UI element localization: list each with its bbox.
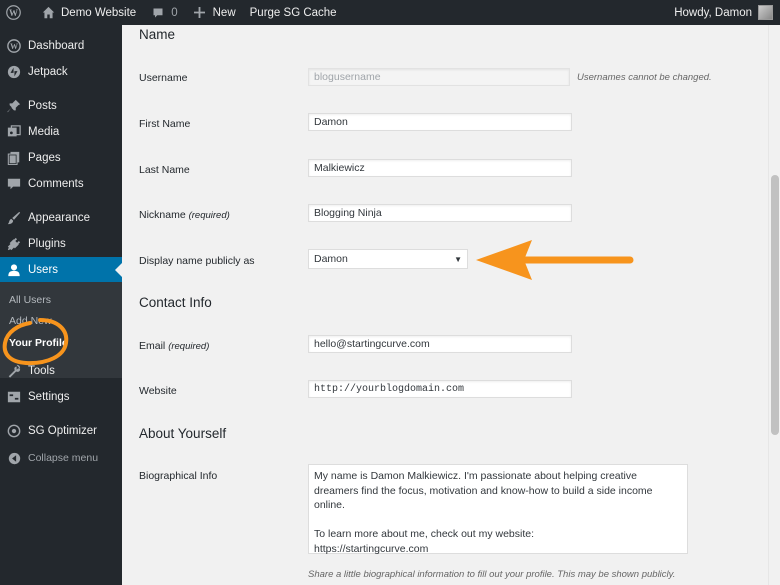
name-section-heading: Name bbox=[139, 27, 176, 42]
plug-icon bbox=[7, 237, 21, 251]
avatar bbox=[758, 5, 773, 20]
menu-jetpack-label: Jetpack bbox=[28, 66, 68, 78]
profile-form: Name Username blogusername Usernames can… bbox=[122, 25, 770, 585]
bio-line: dreamers find the focus, motivation and … bbox=[314, 484, 653, 497]
display-name-label: Display name publicly as bbox=[139, 255, 255, 267]
jetpack-icon bbox=[7, 65, 21, 79]
bio-line: My name is Damon Malkiewicz. I'm passion… bbox=[314, 470, 637, 482]
bio-textarea[interactable]: My name is Damon Malkiewicz. I'm passion… bbox=[308, 464, 688, 555]
comment-bubble-icon bbox=[150, 5, 166, 21]
menu-media-label: Media bbox=[28, 126, 60, 138]
menu-plugins-label: Plugins bbox=[28, 238, 66, 250]
user-greeting: Howdy, Damon bbox=[674, 6, 752, 19]
menu-settings[interactable]: Settings bbox=[0, 384, 122, 410]
about-section-heading: About Yourself bbox=[139, 426, 227, 441]
menu-users[interactable]: Users bbox=[0, 257, 122, 283]
menu-dashboard[interactable]: W Dashboard bbox=[0, 33, 122, 59]
menu-settings-label: Settings bbox=[28, 391, 70, 403]
plus-icon bbox=[192, 5, 208, 21]
home-icon bbox=[40, 5, 56, 21]
comment-icon bbox=[7, 177, 21, 191]
annotation-circle-icon bbox=[2, 318, 69, 366]
page-scrollbar[interactable] bbox=[768, 25, 780, 585]
nickname-label-text: Nickname bbox=[139, 209, 186, 221]
annotation-arrow-icon bbox=[476, 240, 634, 280]
nickname-input[interactable]: Blogging Ninja bbox=[308, 204, 572, 222]
menu-appearance[interactable]: Appearance bbox=[0, 205, 122, 231]
bio-blank-line bbox=[314, 513, 682, 528]
email-label: Email (required) bbox=[139, 340, 209, 352]
bio-line: online. bbox=[314, 499, 345, 511]
nickname-label: Nickname (required) bbox=[139, 209, 230, 221]
display-name-selected: Damon bbox=[314, 253, 348, 265]
username-input: blogusername bbox=[308, 68, 570, 86]
admin-sidebar: W Dashboard Jetpack Posts Media Pages Co… bbox=[0, 25, 122, 585]
comments-link[interactable]: 0 bbox=[143, 0, 184, 25]
website-input[interactable]: http://yourblogdomain.com bbox=[308, 380, 572, 398]
pin-icon bbox=[7, 99, 21, 113]
svg-text:W: W bbox=[9, 8, 18, 18]
new-label: New bbox=[212, 6, 236, 19]
email-label-text: Email bbox=[139, 340, 166, 352]
scrollbar-thumb[interactable] bbox=[771, 175, 779, 435]
contact-section-heading: Contact Info bbox=[139, 295, 212, 310]
menu-media[interactable]: Media bbox=[0, 119, 122, 145]
menu-pages[interactable]: Pages bbox=[0, 145, 122, 171]
settings-icon bbox=[7, 390, 21, 404]
bio-label: Biographical Info bbox=[139, 470, 218, 482]
admin-bar: W Demo Website 0 New Purge SG Cache Howd… bbox=[0, 0, 780, 25]
new-content-link[interactable]: New bbox=[185, 0, 243, 25]
purge-cache-link[interactable]: Purge SG Cache bbox=[243, 0, 344, 25]
menu-comments[interactable]: Comments bbox=[0, 171, 122, 197]
site-name: Demo Website bbox=[61, 6, 137, 19]
user-account-menu[interactable]: Howdy, Damon bbox=[674, 5, 780, 20]
menu-jetpack[interactable]: Jetpack bbox=[0, 59, 122, 85]
menu-posts-label: Posts bbox=[28, 100, 57, 112]
first-name-label: First Name bbox=[139, 118, 191, 130]
last-name-label: Last Name bbox=[139, 164, 190, 176]
menu-appearance-label: Appearance bbox=[28, 212, 91, 224]
username-label: Username bbox=[139, 72, 188, 84]
bio-note: Share a little biographical information … bbox=[308, 569, 676, 580]
dropdown-arrow-icon: ▼ bbox=[454, 254, 462, 264]
bio-line: https://startingcurve.com bbox=[314, 542, 429, 555]
email-required: (required) bbox=[168, 341, 210, 352]
wordpress-icon: W bbox=[5, 5, 21, 21]
purge-label: Purge SG Cache bbox=[249, 6, 337, 19]
bio-line: To learn more about me, check out my web… bbox=[314, 528, 535, 540]
menu-dashboard-label: Dashboard bbox=[28, 40, 85, 52]
username-note: Usernames cannot be changed. bbox=[577, 72, 712, 83]
menu-comments-label: Comments bbox=[28, 178, 84, 190]
user-icon bbox=[7, 263, 21, 277]
site-name-link[interactable]: Demo Website bbox=[33, 0, 143, 25]
pages-icon bbox=[7, 151, 21, 165]
collapse-menu-label: Collapse menu bbox=[28, 452, 99, 464]
website-label: Website bbox=[139, 385, 177, 397]
dashboard-icon: W bbox=[7, 39, 21, 53]
wordpress-logo-button[interactable]: W bbox=[0, 0, 33, 25]
sg-icon bbox=[7, 424, 21, 438]
svg-text:W: W bbox=[10, 42, 18, 51]
menu-plugins[interactable]: Plugins bbox=[0, 231, 122, 257]
brush-icon bbox=[7, 211, 21, 225]
collapse-arrow-icon bbox=[7, 451, 21, 465]
first-name-input[interactable]: Damon bbox=[308, 113, 572, 131]
collapse-menu-button[interactable]: Collapse menu bbox=[0, 445, 122, 471]
menu-sg-optimizer[interactable]: SG Optimizer bbox=[0, 418, 122, 444]
menu-posts[interactable]: Posts bbox=[0, 93, 122, 119]
menu-pages-label: Pages bbox=[28, 152, 61, 164]
nickname-required: (required) bbox=[188, 210, 230, 221]
email-input[interactable]: hello@startingcurve.com bbox=[308, 335, 572, 353]
last-name-input[interactable]: Malkiewicz bbox=[308, 159, 572, 177]
display-name-select[interactable]: Damon ▼ bbox=[308, 249, 468, 269]
media-icon bbox=[7, 125, 21, 139]
menu-users-label: Users bbox=[28, 264, 59, 276]
menu-sg-optimizer-label: SG Optimizer bbox=[28, 425, 98, 437]
submenu-all-users[interactable]: All Users bbox=[9, 294, 51, 306]
comments-count: 0 bbox=[171, 6, 178, 19]
